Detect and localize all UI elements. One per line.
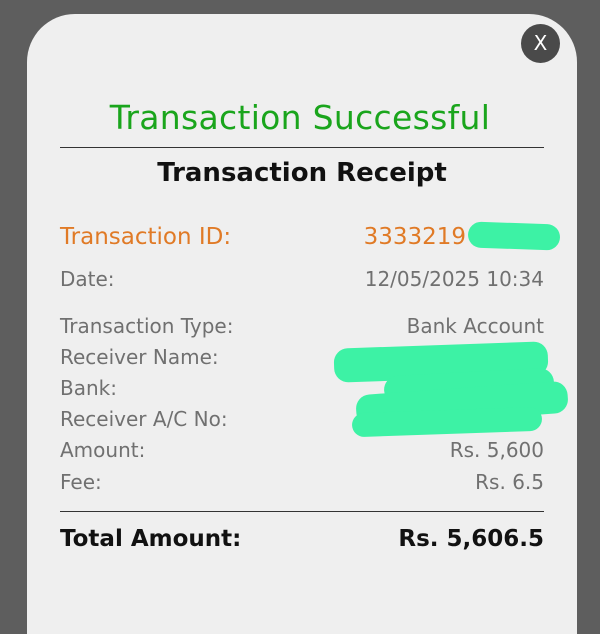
success-title: Transaction Successful xyxy=(109,98,491,137)
amount-label: Amount: xyxy=(60,438,146,462)
total-amount-value: Rs. 5,606.5 xyxy=(398,526,544,552)
close-icon: X xyxy=(533,31,548,55)
receiver-account-label: Receiver A/C No: xyxy=(60,407,228,431)
header-divider xyxy=(60,147,544,148)
transaction-type-label: Transaction Type: xyxy=(60,314,234,338)
redaction-mark xyxy=(467,221,561,251)
transaction-type-value: Bank Account xyxy=(406,314,544,338)
amount-value: Rs. 5,600 xyxy=(449,438,544,462)
date-value: 12/05/2025 10:34 xyxy=(364,267,544,291)
receipt-title: Transaction Receipt xyxy=(157,158,447,188)
receiver-name-label: Receiver Name: xyxy=(60,345,219,369)
transaction-id-value: 3333219 xyxy=(363,224,466,250)
total-amount-label: Total Amount: xyxy=(60,526,242,552)
fee-value: Rs. 6.5 xyxy=(475,470,544,494)
fee-label: Fee: xyxy=(60,470,102,494)
close-button[interactable]: X xyxy=(521,24,560,63)
transaction-id-label: Transaction ID: xyxy=(60,224,232,250)
bank-label: Bank: xyxy=(60,376,117,400)
date-label: Date: xyxy=(60,267,115,291)
total-divider xyxy=(60,511,544,512)
